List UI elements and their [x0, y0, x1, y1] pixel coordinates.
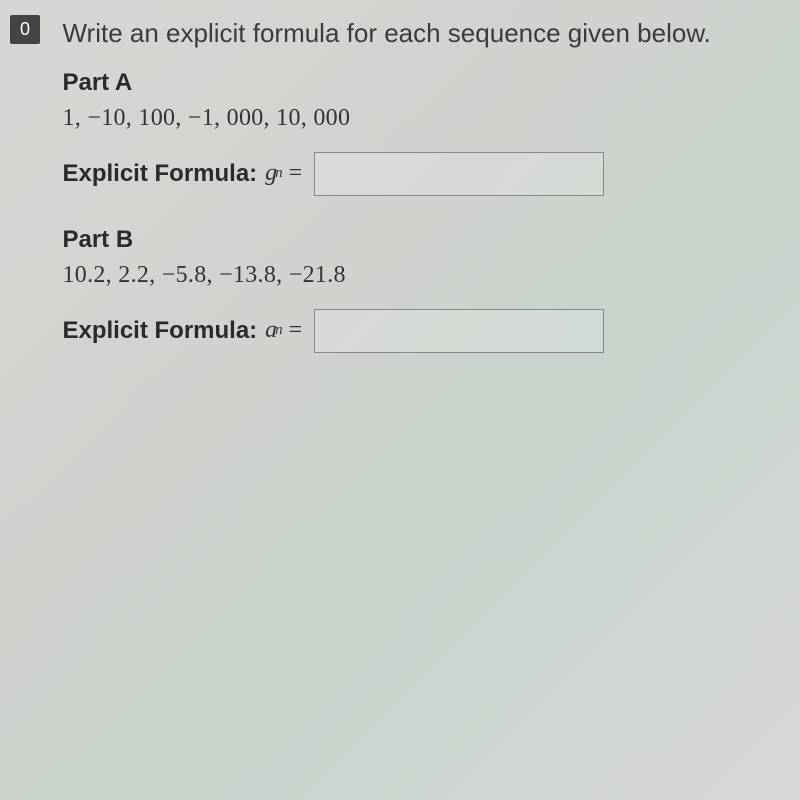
- part-a-formula-row: Explicit Formula: gn =: [62, 152, 762, 196]
- instruction-text: Write an explicit formula for each seque…: [62, 17, 762, 51]
- part-a-subscript: n: [275, 165, 283, 182]
- part-b-formula-row: Explicit Formula: an =: [62, 309, 762, 353]
- question-content: Write an explicit formula for each seque…: [62, 15, 762, 383]
- part-a-label: Part A: [62, 69, 762, 97]
- question-container: 0 Write an explicit formula for each seq…: [0, 0, 800, 403]
- part-a-answer-input[interactable]: [314, 152, 604, 196]
- part-b-label: Part B: [62, 226, 762, 254]
- part-a-sequence: 1, −10, 100, −1, 000, 10, 000: [62, 105, 762, 132]
- part-b-formula-label: Explicit Formula:: [62, 317, 257, 345]
- part-b-subscript: n: [275, 322, 283, 339]
- part-b-sequence: 10.2, 2.2, −5.8, −13.8, −21.8: [62, 262, 762, 289]
- part-b-answer-input[interactable]: [314, 309, 604, 353]
- part-a-formula-label: Explicit Formula:: [62, 160, 257, 188]
- part-b-equals: =: [289, 317, 303, 344]
- question-number-badge: 0: [10, 15, 40, 44]
- part-a-equals: =: [289, 160, 303, 187]
